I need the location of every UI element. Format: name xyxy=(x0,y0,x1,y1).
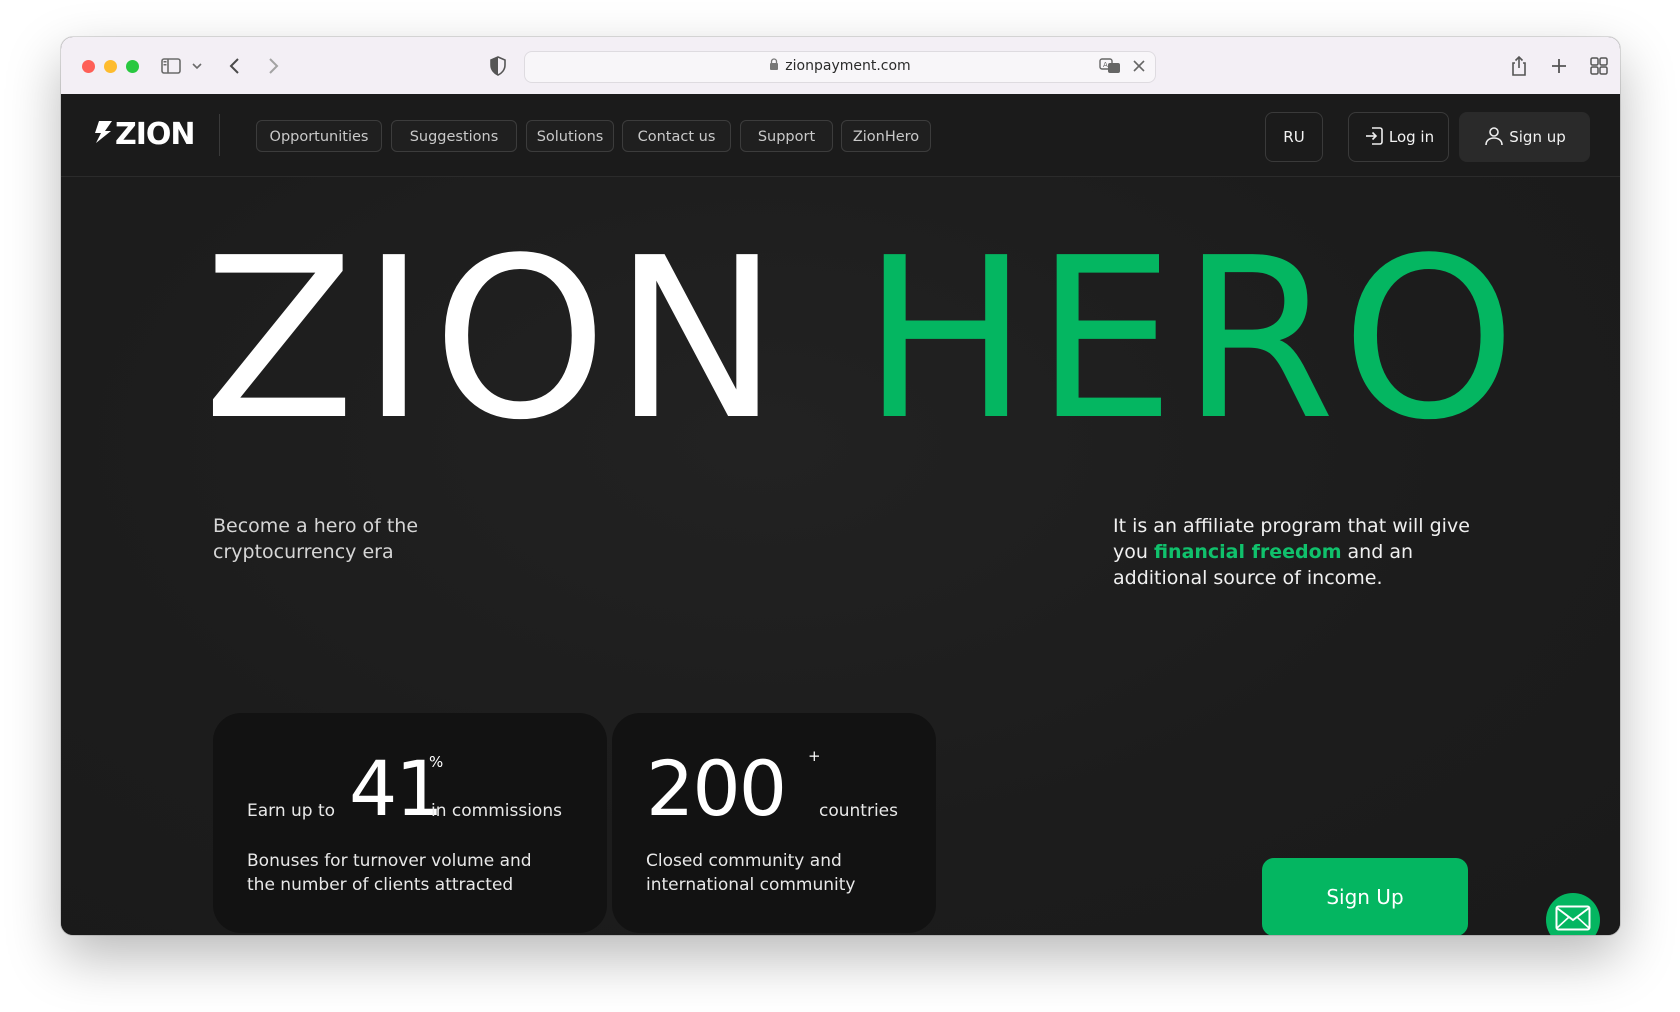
tab-overview-icon[interactable] xyxy=(1587,54,1611,78)
hero-tagline: Become a hero of the cryptocurrency era xyxy=(213,515,419,563)
hero-title: ZION HERO xyxy=(203,229,1522,451)
login-label: Log in xyxy=(1388,128,1435,146)
nav-opportunities[interactable]: Opportunities xyxy=(256,120,382,152)
card-sup: % xyxy=(429,753,444,771)
close-icon[interactable] xyxy=(1131,58,1147,78)
back-icon[interactable] xyxy=(223,54,247,78)
hero-title-white: ZION xyxy=(203,211,786,469)
logo[interactable]: ZION xyxy=(95,116,196,152)
url-text: zionpayment.com xyxy=(785,58,911,74)
hero-section: ZION HERO Become a hero of the cryptocur… xyxy=(61,177,1620,935)
svg-text:A: A xyxy=(1103,61,1108,69)
language-button[interactable]: RU xyxy=(1265,112,1323,162)
card-suffix: in commissions xyxy=(431,801,562,821)
user-icon xyxy=(1483,118,1505,166)
hero-description: It is an affiliate program that will giv… xyxy=(1113,513,1473,591)
card-sup: + xyxy=(808,747,821,765)
share-icon[interactable] xyxy=(1507,54,1531,78)
lock-icon xyxy=(769,58,779,75)
address-bar[interactable]: zionpayment.com A xyxy=(524,51,1156,83)
card-prefix: Earn up to xyxy=(247,801,336,821)
browser-window: zionpayment.com A ZION Opportunities Sug… xyxy=(61,37,1620,935)
signup-header-label: Sign up xyxy=(1509,128,1566,146)
minimize-window-button[interactable] xyxy=(104,60,117,73)
zoom-window-button[interactable] xyxy=(126,60,139,73)
stat-card-countries: 200 + countries Closed community and int… xyxy=(612,713,936,933)
shield-icon[interactable] xyxy=(486,54,510,78)
sidebar-icon[interactable] xyxy=(159,54,183,78)
signup-header-button[interactable]: Sign up xyxy=(1459,112,1590,162)
browser-toolbar: zionpayment.com A xyxy=(61,37,1620,95)
translate-icon[interactable]: A xyxy=(1099,57,1121,79)
stat-card-commissions: Earn up to 41 % in commissions Bonuses f… xyxy=(213,713,607,933)
header-divider xyxy=(219,114,220,156)
nav-contact-us[interactable]: Contact us xyxy=(622,120,731,152)
mail-button[interactable] xyxy=(1546,893,1600,935)
card-suffix: countries xyxy=(819,801,898,821)
desc-highlight: financial freedom xyxy=(1153,541,1342,563)
login-icon xyxy=(1363,118,1385,166)
card-value: 200 xyxy=(646,744,787,833)
mail-icon xyxy=(1555,905,1591,935)
logo-text: ZION xyxy=(115,116,196,152)
card-body: Bonuses for turnover volume and the numb… xyxy=(247,851,532,895)
nav-suggestions[interactable]: Suggestions xyxy=(391,120,517,152)
card-body: Closed community and international commu… xyxy=(646,851,856,895)
login-button[interactable]: Log in xyxy=(1348,112,1449,162)
signup-cta-button[interactable]: Sign Up xyxy=(1262,858,1468,935)
card-value: 41 xyxy=(349,744,444,833)
hero-title-green: HERO xyxy=(861,211,1523,469)
nav-support[interactable]: Support xyxy=(740,120,833,152)
nav-zionhero[interactable]: ZionHero xyxy=(841,120,931,152)
forward-icon[interactable] xyxy=(261,54,285,78)
close-window-button[interactable] xyxy=(82,60,95,73)
chevron-down-icon[interactable] xyxy=(185,54,209,78)
new-tab-icon[interactable] xyxy=(1547,54,1571,78)
nav-solutions[interactable]: Solutions xyxy=(526,120,614,152)
site-header: ZION Opportunities Suggestions Solutions… xyxy=(61,94,1620,177)
logo-bolt-icon xyxy=(95,119,113,149)
